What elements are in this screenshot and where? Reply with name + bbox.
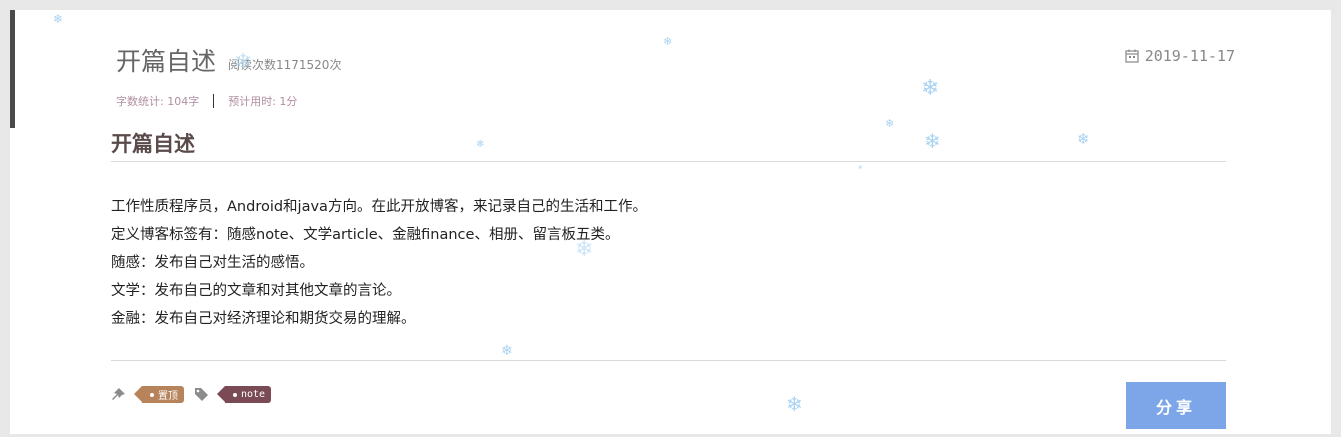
- tag-dot: [150, 392, 154, 397]
- snowflake-icon: ❄: [1077, 130, 1090, 148]
- tag-label: 置顶: [158, 391, 178, 402]
- date-text: 2019-11-17: [1144, 47, 1235, 65]
- post-body: 工作性质程序员，Android和java方向。在此开放博客，来记录自己的生活和工…: [111, 193, 647, 333]
- pin-icon: [111, 387, 126, 402]
- body-line: 随感：发布自己对生活的感悟。: [111, 255, 314, 271]
- snowflake-icon: ❄: [786, 392, 803, 416]
- body-line: 文学：发布自己的文章和对其他文章的言论。: [111, 283, 401, 299]
- snowflake-icon: ❄: [476, 139, 485, 150]
- tag-label: note: [241, 389, 266, 400]
- post-meta: 字数统计: 104字 预计用时: 1分: [116, 93, 297, 109]
- post-card: 开篇自述 阅读次数1171520次 2019-11-17 字数统计: 104字 …: [10, 10, 1331, 434]
- content-heading: 开篇自述: [111, 132, 195, 156]
- read-time: 预计用时: 1分: [228, 95, 298, 108]
- snowflake-icon: ❄: [924, 129, 941, 153]
- body-line: 定义博客标签有：随感note、文学article、金融finance、相册、留言…: [111, 227, 620, 243]
- body-line: 工作性质程序员，Android和java方向。在此开放博客，来记录自己的生活和工…: [111, 199, 647, 215]
- tag-pinned[interactable]: 置顶: [134, 386, 184, 403]
- snowflake-icon: ❄: [921, 76, 940, 101]
- calendar-icon: [1125, 49, 1139, 63]
- snowflake-icon: ❄: [858, 165, 863, 171]
- snowflake-icon: ❄: [501, 343, 513, 359]
- accent-bar: [10, 10, 15, 128]
- snowflake-icon: ❄: [53, 12, 64, 26]
- snowflake-icon: ❄: [234, 50, 253, 75]
- snowflake-icon: ❄: [663, 35, 673, 48]
- tag-note[interactable]: note: [216, 386, 272, 403]
- word-count: 字数统计: 104字: [116, 95, 200, 108]
- post-date: 2019-11-17: [1125, 47, 1235, 65]
- tag-dot: [233, 392, 237, 397]
- tag-icon: [194, 387, 209, 402]
- footer-divider: [111, 360, 1226, 361]
- snowflake-icon: ❄: [885, 117, 895, 130]
- heading-divider: [111, 161, 1226, 162]
- body-line: 金融：发布自己对经济理论和期货交易的理解。: [111, 311, 416, 327]
- share-button[interactable]: 分享: [1126, 382, 1226, 429]
- snowflake-icon: ❄: [575, 237, 594, 262]
- meta-divider: [213, 94, 215, 108]
- post-title[interactable]: 开篇自述: [116, 42, 216, 78]
- tags-row: 置顶 note: [111, 386, 272, 403]
